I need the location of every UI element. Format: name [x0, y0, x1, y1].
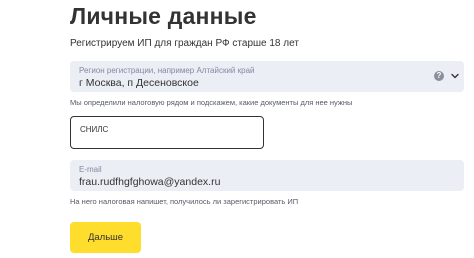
region-hint: Мы определили налоговую рядом и подскаже…: [70, 98, 353, 107]
email-hint: На него налоговая напишет, получилось ли…: [70, 197, 299, 206]
email-label: E-mail: [79, 165, 102, 174]
region-label: Регион регистрации, например Алтайский к…: [79, 66, 255, 75]
snils-placeholder: СНИЛС: [80, 125, 109, 134]
page-title: Личные данные: [70, 3, 257, 29]
email-value: frau.rudfhgfghowa@yandex.ru: [79, 176, 221, 188]
region-value: г Москва, п Десеновское: [79, 77, 199, 89]
email-field[interactable]: E-mail frau.rudfhgfghowa@yandex.ru: [70, 160, 464, 191]
next-button[interactable]: Дальше: [70, 222, 141, 253]
chevron-down-icon[interactable]: [449, 70, 461, 82]
page-subtitle: Регистрируем ИП для граждан РФ старше 18…: [70, 38, 299, 49]
question-circle-icon[interactable]: ?: [434, 71, 444, 81]
snils-input[interactable]: СНИЛС: [70, 116, 264, 149]
region-select[interactable]: Регион регистрации, например Алтайский к…: [70, 61, 464, 92]
